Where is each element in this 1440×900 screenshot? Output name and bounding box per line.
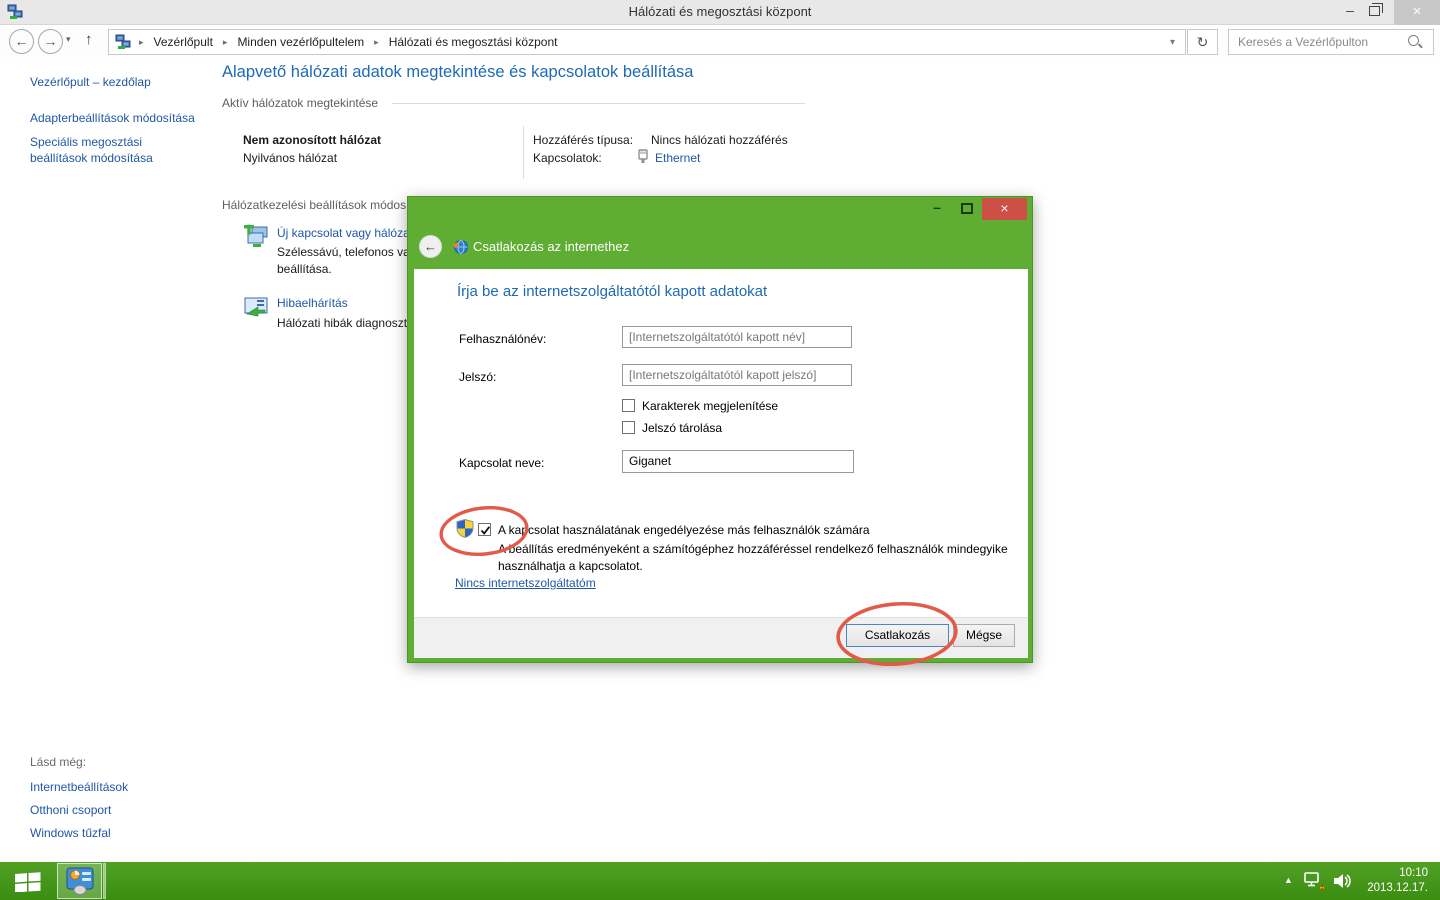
search-placeholder: Keresés a Vezérlőpulton — [1229, 35, 1407, 49]
active-networks-section-label: Aktív hálózatok megtekintése — [222, 96, 378, 110]
store-password-label: Jelszó tárolása — [642, 421, 722, 435]
sidebar-item-homegroup[interactable]: Otthoni csoport — [30, 803, 111, 817]
username-label: Felhasználónév: — [459, 332, 546, 346]
ethernet-icon — [637, 149, 649, 167]
clock-date: 2013.12.17. — [1352, 881, 1428, 896]
allow-other-users-label: A kapcsolat használatának engedélyezése … — [498, 523, 870, 537]
connection-name-label: Kapcsolat neve: — [459, 456, 544, 470]
back-button[interactable]: ← — [9, 29, 34, 54]
tray-network-warning-icon[interactable] — [1303, 870, 1326, 895]
password-input[interactable]: [Internetszolgáltatótól kapott jelszó] — [622, 364, 852, 386]
desktop: Hálózati és megosztási központ – × ← → ▾… — [0, 0, 1440, 900]
taskbar-app-indicator — [103, 863, 106, 899]
sidebar-item-adapter-settings[interactable]: Adapterbeállítások módosítása — [30, 111, 195, 125]
breadcrumb-all-items[interactable]: Minden vezérlőpultelem — [235, 35, 366, 49]
task-new-connection-link[interactable]: Új kapcsolat vagy hálóza — [277, 226, 410, 240]
allow-desc-line1: A beállítás eredményeként a számítógéphe… — [498, 542, 1008, 556]
connect-button[interactable]: Csatlakozás — [846, 624, 949, 647]
address-bar[interactable]: ▸ Vezérlőpult ▸ Minden vezérlőpultelem ▸… — [108, 29, 1186, 55]
minimize-button[interactable]: – — [1337, 2, 1363, 23]
network-location-icon — [115, 34, 131, 50]
cancel-button[interactable]: Mégse — [953, 624, 1015, 647]
history-dropdown-icon[interactable]: ▾ — [66, 34, 71, 45]
breadcrumb-separator-icon: ▸ — [131, 37, 152, 48]
task-new-connection-desc2: beállítása. — [277, 262, 332, 276]
control-panel-icon — [65, 867, 95, 895]
sidebar-item-home[interactable]: Vezérlőpult – kezdőlap — [30, 75, 151, 89]
new-connection-icon — [243, 224, 270, 254]
ethernet-link[interactable]: Ethernet — [655, 151, 700, 165]
sidebar-item-windows-firewall[interactable]: Windows tűzfal — [30, 826, 111, 840]
refresh-button[interactable]: ↻ — [1187, 29, 1218, 55]
up-button[interactable]: ↑ — [85, 31, 93, 48]
dialog-back-button[interactable]: ← — [419, 235, 442, 258]
store-password-checkbox[interactable] — [622, 421, 635, 434]
address-toolbar: ← → ▾ ↑ ▸ Vezérlőpult ▸ Minden vezérlőpu… — [0, 26, 1440, 57]
forward-button[interactable]: → — [38, 29, 63, 54]
password-label: Jelszó: — [459, 370, 496, 384]
dialog-maximize-button[interactable] — [961, 203, 973, 214]
breadcrumb-current[interactable]: Hálózati és megosztási központ — [387, 35, 560, 49]
show-characters-checkbox[interactable] — [622, 399, 635, 412]
sidebar-item-internet-options[interactable]: Internetbeállítások — [30, 780, 128, 794]
connection-name-input[interactable]: Giganet — [622, 450, 854, 473]
dialog-heading: Írja be az internetszolgáltatótól kapott… — [457, 283, 767, 300]
access-type-label: Hozzáférés típusa: — [533, 133, 633, 147]
taskbar: ▲ 10:10 2013.12.17. — [0, 862, 1440, 900]
breadcrumb-control-panel[interactable]: Vezérlőpult — [152, 35, 215, 49]
section-divider — [392, 103, 805, 104]
username-input[interactable]: [Internetszolgáltatótól kapott név] — [622, 326, 852, 348]
address-dropdown-icon[interactable]: ▾ — [1170, 37, 1175, 48]
page-title: Alapvető hálózati adatok megtekintése és… — [222, 63, 693, 82]
internet-globe-icon — [452, 239, 468, 258]
window-title: Hálózati és megosztási központ — [0, 4, 1440, 19]
see-also-header: Lásd még: — [30, 755, 86, 769]
connect-to-internet-dialog: – × ← Csatlakozás az internethez Írja be… — [407, 196, 1033, 663]
dialog-close-button[interactable]: × — [982, 198, 1027, 220]
column-divider — [523, 126, 524, 179]
network-profile: Nyilvános hálózat — [243, 151, 337, 165]
dialog-title: Csatlakozás az internethez — [473, 239, 629, 254]
restore-button[interactable] — [1369, 6, 1380, 16]
search-input[interactable]: Keresés a Vezérlőpulton — [1228, 29, 1434, 55]
breadcrumb-separator-icon: ▸ — [366, 37, 387, 48]
task-troubleshoot-link[interactable]: Hibaelhárítás — [277, 296, 348, 310]
connections-label: Kapcsolatok: — [533, 151, 602, 165]
clock-time: 10:10 — [1352, 866, 1428, 881]
search-icon[interactable] — [1407, 34, 1423, 50]
uac-shield-icon — [456, 519, 474, 541]
network-name: Nem azonosított hálózat — [243, 133, 381, 147]
start-button[interactable] — [15, 871, 42, 895]
main-window-titlebar: Hálózati és megosztási központ – × — [0, 0, 1440, 25]
access-type-value: Nincs hálózati hozzáférés — [651, 133, 788, 147]
task-new-connection-desc1: Szélessávú, telefonos vag — [277, 245, 416, 259]
close-button[interactable]: × — [1394, 0, 1440, 25]
task-troubleshoot-desc: Hálózati hibák diagnoszt — [277, 316, 407, 330]
taskbar-control-panel-button[interactable] — [57, 863, 102, 899]
taskbar-clock[interactable]: 10:10 2013.12.17. — [1352, 866, 1428, 896]
allow-desc-line2: használhatja a kapcsolatot. — [498, 559, 643, 573]
tray-expand-icon[interactable]: ▲ — [1284, 875, 1293, 885]
show-characters-label: Karakterek megjelenítése — [642, 399, 778, 413]
change-settings-section-label: Hálózatkezelési beállítások módosí — [222, 198, 409, 212]
dialog-minimize-button[interactable]: – — [924, 199, 950, 219]
check-icon — [479, 524, 492, 537]
breadcrumb-separator-icon: ▸ — [215, 37, 236, 48]
sidebar-item-sharing-settings[interactable]: Speciális megosztási beállítások módosít… — [30, 134, 198, 166]
no-isp-link[interactable]: Nincs internetszolgáltatóm — [455, 576, 596, 590]
dialog-content: Írja be az internetszolgáltatótól kapott… — [414, 269, 1028, 617]
tray-volume-icon[interactable] — [1332, 871, 1352, 894]
allow-other-users-checkbox[interactable] — [478, 523, 491, 536]
troubleshoot-icon — [243, 294, 270, 324]
